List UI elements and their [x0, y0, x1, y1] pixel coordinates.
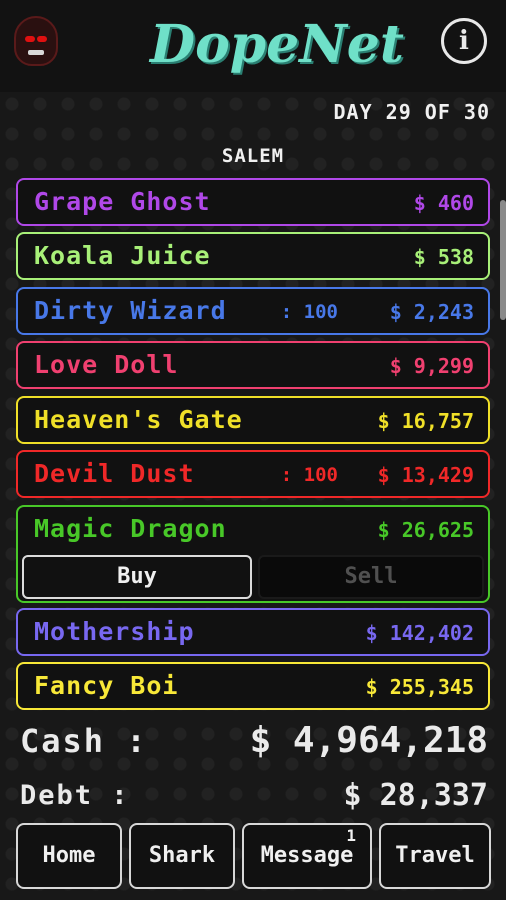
- message-button-label: Message: [260, 843, 354, 868]
- scrollbar[interactable]: [500, 200, 506, 320]
- app-logo: DopeNet: [150, 14, 404, 75]
- info-button[interactable]: i: [441, 18, 487, 64]
- sell-button[interactable]: Sell: [258, 555, 484, 599]
- drug-name: Devil Dust: [34, 459, 195, 488]
- home-button-label: Home: [42, 843, 96, 868]
- drug-quantity: : 100: [280, 301, 338, 323]
- drug-name: Koala Juice: [34, 241, 211, 270]
- avatar-eye-left: [25, 36, 35, 42]
- travel-button[interactable]: Travel: [379, 823, 491, 889]
- drug-name: Dirty Wizard: [34, 296, 227, 325]
- drug-price: $ 2,243: [389, 300, 474, 324]
- drug-row-mothership[interactable]: Mothership $ 142,402: [16, 608, 490, 656]
- drug-name: Grape Ghost: [34, 187, 211, 216]
- drug-row-love-doll[interactable]: Love Doll $ 9,299: [16, 341, 490, 389]
- debt-label: Debt :: [20, 780, 130, 811]
- cash-value: $ 4,964,218: [249, 720, 488, 761]
- buy-button[interactable]: Buy: [22, 555, 252, 599]
- avatar-eye-right: [37, 36, 47, 42]
- drug-row-koala-juice[interactable]: Koala Juice $ 538: [16, 232, 490, 280]
- player-avatar-icon[interactable]: [14, 16, 58, 66]
- drug-row-heavens-gate[interactable]: Heaven's Gate $ 16,757: [16, 396, 490, 444]
- drug-price: $ 538: [413, 245, 474, 269]
- home-button[interactable]: Home: [16, 823, 122, 889]
- drug-price: $ 16,757: [377, 409, 474, 433]
- shark-button[interactable]: Shark: [129, 823, 235, 889]
- drug-price: $ 9,299: [389, 354, 474, 378]
- drug-name: Magic Dragon: [34, 514, 227, 543]
- debt-value: $ 28,337: [343, 778, 489, 813]
- drug-price: $ 460: [413, 191, 474, 215]
- drug-row-fancy-boi[interactable]: Fancy Boi $ 255,345: [16, 662, 490, 710]
- drug-name: Fancy Boi: [34, 671, 179, 700]
- drug-price: $ 255,345: [365, 675, 474, 699]
- drug-name: Heaven's Gate: [34, 405, 243, 434]
- city-name: SALEM: [221, 145, 285, 167]
- drug-row-magic-dragon[interactable]: Magic Dragon $ 26,625 Buy Sell: [16, 505, 490, 603]
- drug-price: $ 26,625: [377, 518, 474, 542]
- app-header: DopeNet i: [0, 0, 506, 92]
- drug-row-grape-ghost[interactable]: Grape Ghost $ 460: [16, 178, 490, 226]
- travel-button-label: Travel: [395, 843, 475, 868]
- shark-button-label: Shark: [148, 843, 216, 868]
- avatar-mouth: [28, 50, 44, 55]
- drug-price: $ 142,402: [365, 621, 474, 645]
- day-counter: DAY 29 OF 30: [333, 100, 490, 124]
- message-button[interactable]: 1 Message: [242, 823, 372, 889]
- cash-label: Cash :: [20, 722, 148, 760]
- drug-price: $ 13,429: [377, 463, 474, 487]
- drug-name: Mothership: [34, 617, 195, 646]
- drug-quantity: : 100: [280, 464, 338, 486]
- drug-row-devil-dust[interactable]: Devil Dust : 100 $ 13,429: [16, 450, 490, 498]
- drug-name: Love Doll: [34, 350, 179, 379]
- message-count-badge: 1: [346, 826, 356, 845]
- drug-row-dirty-wizard[interactable]: Dirty Wizard : 100 $ 2,243: [16, 287, 490, 335]
